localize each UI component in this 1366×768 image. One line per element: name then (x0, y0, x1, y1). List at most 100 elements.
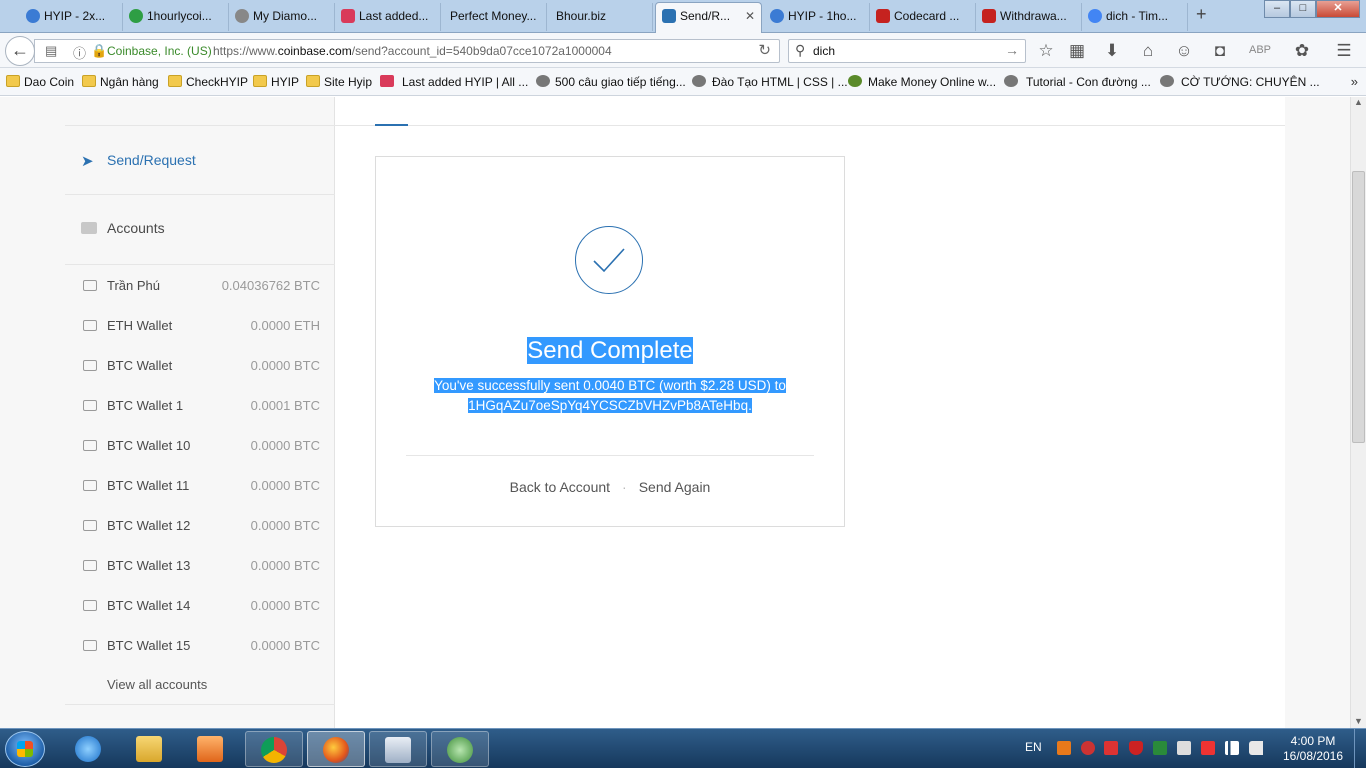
sidebar-item-accounts[interactable]: Accounts (65, 195, 335, 265)
checkmark-icon (575, 226, 643, 294)
download-icon[interactable]: ⬇ (1101, 41, 1123, 61)
sidebar-item-send-request[interactable]: ➤ Send/Request (65, 126, 335, 195)
close-window-button[interactable]: ✕ (1316, 0, 1360, 18)
pocket-icon[interactable]: ◘ (1209, 41, 1231, 61)
view-all-accounts-link[interactable]: View all accounts (107, 677, 207, 692)
reading-list-icon[interactable]: ▦ (1066, 41, 1088, 61)
system-clock[interactable]: 4:00 PM 16/08/2016 (1278, 734, 1348, 764)
taskbar-firefox[interactable] (307, 731, 365, 767)
site-identity[interactable]: Coinbase, Inc. (US) (107, 44, 212, 58)
extension-icon[interactable]: ✿ (1291, 41, 1313, 61)
tab-label: dich - Tim... (1106, 9, 1169, 23)
tab-codecard[interactable]: Codecard ... (870, 3, 976, 31)
history-icon[interactable]: ▤ (45, 43, 57, 59)
volume-icon[interactable] (1249, 741, 1263, 755)
bookmarks-overflow-button[interactable]: » (1351, 74, 1358, 89)
scroll-down-arrow-icon[interactable]: ▼ (1354, 716, 1363, 726)
tray-network-icon[interactable] (1177, 741, 1191, 755)
tab-label: Codecard ... (894, 9, 960, 23)
search-bar[interactable]: ⚲ dich → (788, 39, 1026, 63)
adblock-icon[interactable]: ABP (1249, 44, 1271, 56)
tab-hyip-2x[interactable]: HYIP - 2x... (20, 3, 123, 31)
tray-app-icon[interactable] (1081, 741, 1095, 755)
tray-vivaldi-icon[interactable] (1104, 741, 1118, 755)
taskbar-file-explorer[interactable] (121, 731, 179, 767)
account-item[interactable]: BTC Wallet 0.0000 BTC (65, 345, 335, 385)
language-indicator[interactable]: EN (1025, 740, 1042, 754)
bookmark-link[interactable]: 500 câu giao tiếp tiếng... (536, 75, 686, 89)
bookmark-link[interactable]: Tutorial - Con đường ... (1004, 75, 1151, 89)
tab-label: Perfect Money... (450, 9, 537, 23)
back-button[interactable]: ← (5, 36, 35, 66)
tab-google-search[interactable]: dich - Tim... (1082, 3, 1188, 31)
tab-withdrawal[interactable]: Withdrawa... (976, 3, 1082, 31)
tray-app-icon[interactable] (1201, 741, 1215, 755)
search-query[interactable]: dich (813, 44, 835, 58)
wallet-icon (83, 320, 97, 331)
account-item[interactable]: BTC Wallet 12 0.0000 BTC (65, 505, 335, 545)
url-text[interactable]: https://www.coinbase.com/send?account_id… (213, 44, 612, 58)
media-player-icon (197, 736, 223, 762)
tab-label: My Diamo... (253, 9, 318, 23)
taskbar-browser[interactable] (431, 731, 489, 767)
bookmark-folder[interactable]: Dao Coin (6, 75, 74, 89)
tab-hyip-1hour[interactable]: HYIP - 1ho... (764, 3, 870, 31)
scroll-up-arrow-icon[interactable]: ▲ (1354, 97, 1363, 107)
bookmark-folder[interactable]: Ngân hàng (82, 75, 159, 89)
account-item[interactable]: BTC Wallet 11 0.0000 BTC (65, 465, 335, 505)
taskbar-calculator[interactable] (369, 731, 427, 767)
tray-app-icon[interactable] (1057, 741, 1071, 755)
bookmark-folder[interactable]: Site Hyip (306, 75, 372, 89)
taskbar-chrome[interactable] (245, 731, 303, 767)
bookmark-folder[interactable]: HYIP (253, 75, 299, 89)
bookmark-link[interactable]: Last added HYIP | All ... (380, 75, 528, 89)
tab-send-request-active[interactable]: Send/R... ✕ (655, 2, 762, 33)
page-content: ➤ Send/Request Accounts Trần Phú 0.040367… (0, 97, 1350, 728)
windows-taskbar: EN 4:00 PM 16/08/2016 (0, 728, 1366, 768)
tray-app-icon[interactable] (1153, 741, 1167, 755)
account-name: BTC Wallet (107, 358, 173, 373)
signal-icon[interactable] (1225, 741, 1239, 755)
tab-1hourlycoin[interactable]: 1hourlycoi... (123, 3, 229, 31)
account-item[interactable]: BTC Wallet 15 0.0000 BTC (65, 625, 335, 665)
folder-icon (82, 75, 96, 87)
new-tab-button[interactable]: + (1196, 4, 1207, 25)
tab-last-added[interactable]: Last added... (335, 3, 441, 31)
back-to-account-link[interactable]: Back to Account (510, 479, 610, 495)
info-icon[interactable]: ⓘ (73, 43, 86, 62)
start-button[interactable] (5, 731, 45, 767)
close-tab-icon[interactable]: ✕ (745, 3, 755, 29)
search-go-icon[interactable]: → (1005, 42, 1019, 58)
reload-icon[interactable]: ↻ (758, 41, 771, 59)
account-item[interactable]: BTC Wallet 1 0.0001 BTC (65, 385, 335, 425)
account-item[interactable]: BTC Wallet 10 0.0000 BTC (65, 425, 335, 465)
bookmark-folder[interactable]: CheckHYIP (168, 75, 248, 89)
maximize-button[interactable]: □ (1290, 0, 1316, 18)
account-item[interactable]: BTC Wallet 14 0.0000 BTC (65, 585, 335, 625)
globe-icon (536, 75, 550, 87)
account-item[interactable]: BTC Wallet 13 0.0000 BTC (65, 545, 335, 585)
send-again-link[interactable]: Send Again (639, 479, 711, 495)
bookmark-link[interactable]: CỜ TƯỚNG: CHUYÊN ... (1160, 75, 1320, 89)
account-item[interactable]: ETH Wallet 0.0000 ETH (65, 305, 335, 345)
menu-icon[interactable]: ☰ (1333, 41, 1355, 61)
taskbar-internet-explorer[interactable] (60, 731, 118, 767)
taskbar-media-player[interactable] (182, 731, 240, 767)
page-scrollbar[interactable]: ▲ ▼ (1350, 97, 1366, 728)
account-item[interactable]: Trần Phú 0.04036762 BTC (65, 265, 335, 305)
url-bar[interactable]: ▤ ⓘ 🔒 Coinbase, Inc. (US) https://www.co… (34, 39, 780, 63)
wallet-icon (83, 440, 97, 451)
bookmark-link[interactable]: Đào Tạo HTML | CSS | ... (692, 75, 848, 89)
bookmark-star-icon[interactable]: ☆ (1035, 41, 1057, 61)
tab-my-diamond[interactable]: My Diamo... (229, 3, 335, 31)
tab-perfect-money[interactable]: Perfect Money... (441, 3, 547, 31)
minimize-button[interactable]: ‒ (1264, 0, 1290, 18)
scrollbar-thumb[interactable] (1352, 171, 1365, 443)
sidebar-item-label: Send/Request (107, 152, 196, 168)
tab-bhour[interactable]: Bhour.biz (547, 3, 653, 31)
chat-icon[interactable]: ☺ (1173, 41, 1195, 61)
bookmark-link[interactable]: Make Money Online w... (848, 75, 996, 89)
home-icon[interactable]: ⌂ (1137, 41, 1159, 61)
tray-shield-icon[interactable] (1129, 741, 1143, 755)
show-desktop-button[interactable] (1354, 729, 1366, 768)
